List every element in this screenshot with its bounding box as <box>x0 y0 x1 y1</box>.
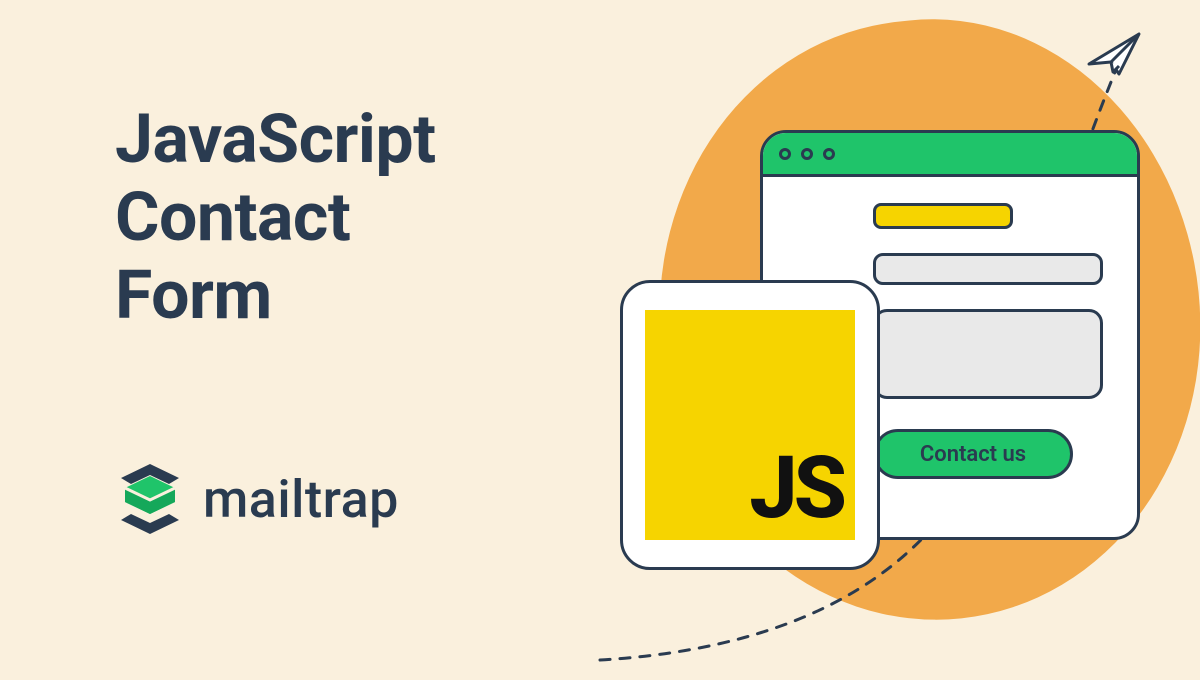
form-input-placeholder <box>873 253 1103 285</box>
js-badge-icon: JS <box>645 310 855 540</box>
form-heading-placeholder <box>873 203 1013 229</box>
traffic-light-icon <box>823 148 835 160</box>
window-titlebar <box>763 133 1137 177</box>
page-title: JavaScript Contact Form <box>115 100 436 335</box>
mailtrap-logo-icon <box>115 460 185 538</box>
paper-plane-icon <box>1085 28 1145 78</box>
brand-block: mailtrap <box>115 460 399 538</box>
traffic-light-icon <box>779 148 791 160</box>
headline-line-1: JavaScript <box>115 99 436 179</box>
js-badge-label: JS <box>749 437 843 538</box>
brand-name: mailtrap <box>203 469 399 530</box>
js-tile: JS <box>620 280 880 570</box>
contact-us-label: Contact us <box>920 442 1026 467</box>
traffic-light-icon <box>801 148 813 160</box>
contact-us-button[interactable]: Contact us <box>873 429 1073 479</box>
headline-line-3: Form <box>115 255 272 335</box>
headline-line-2: Contact <box>115 177 350 257</box>
form-textarea-placeholder <box>873 309 1103 399</box>
